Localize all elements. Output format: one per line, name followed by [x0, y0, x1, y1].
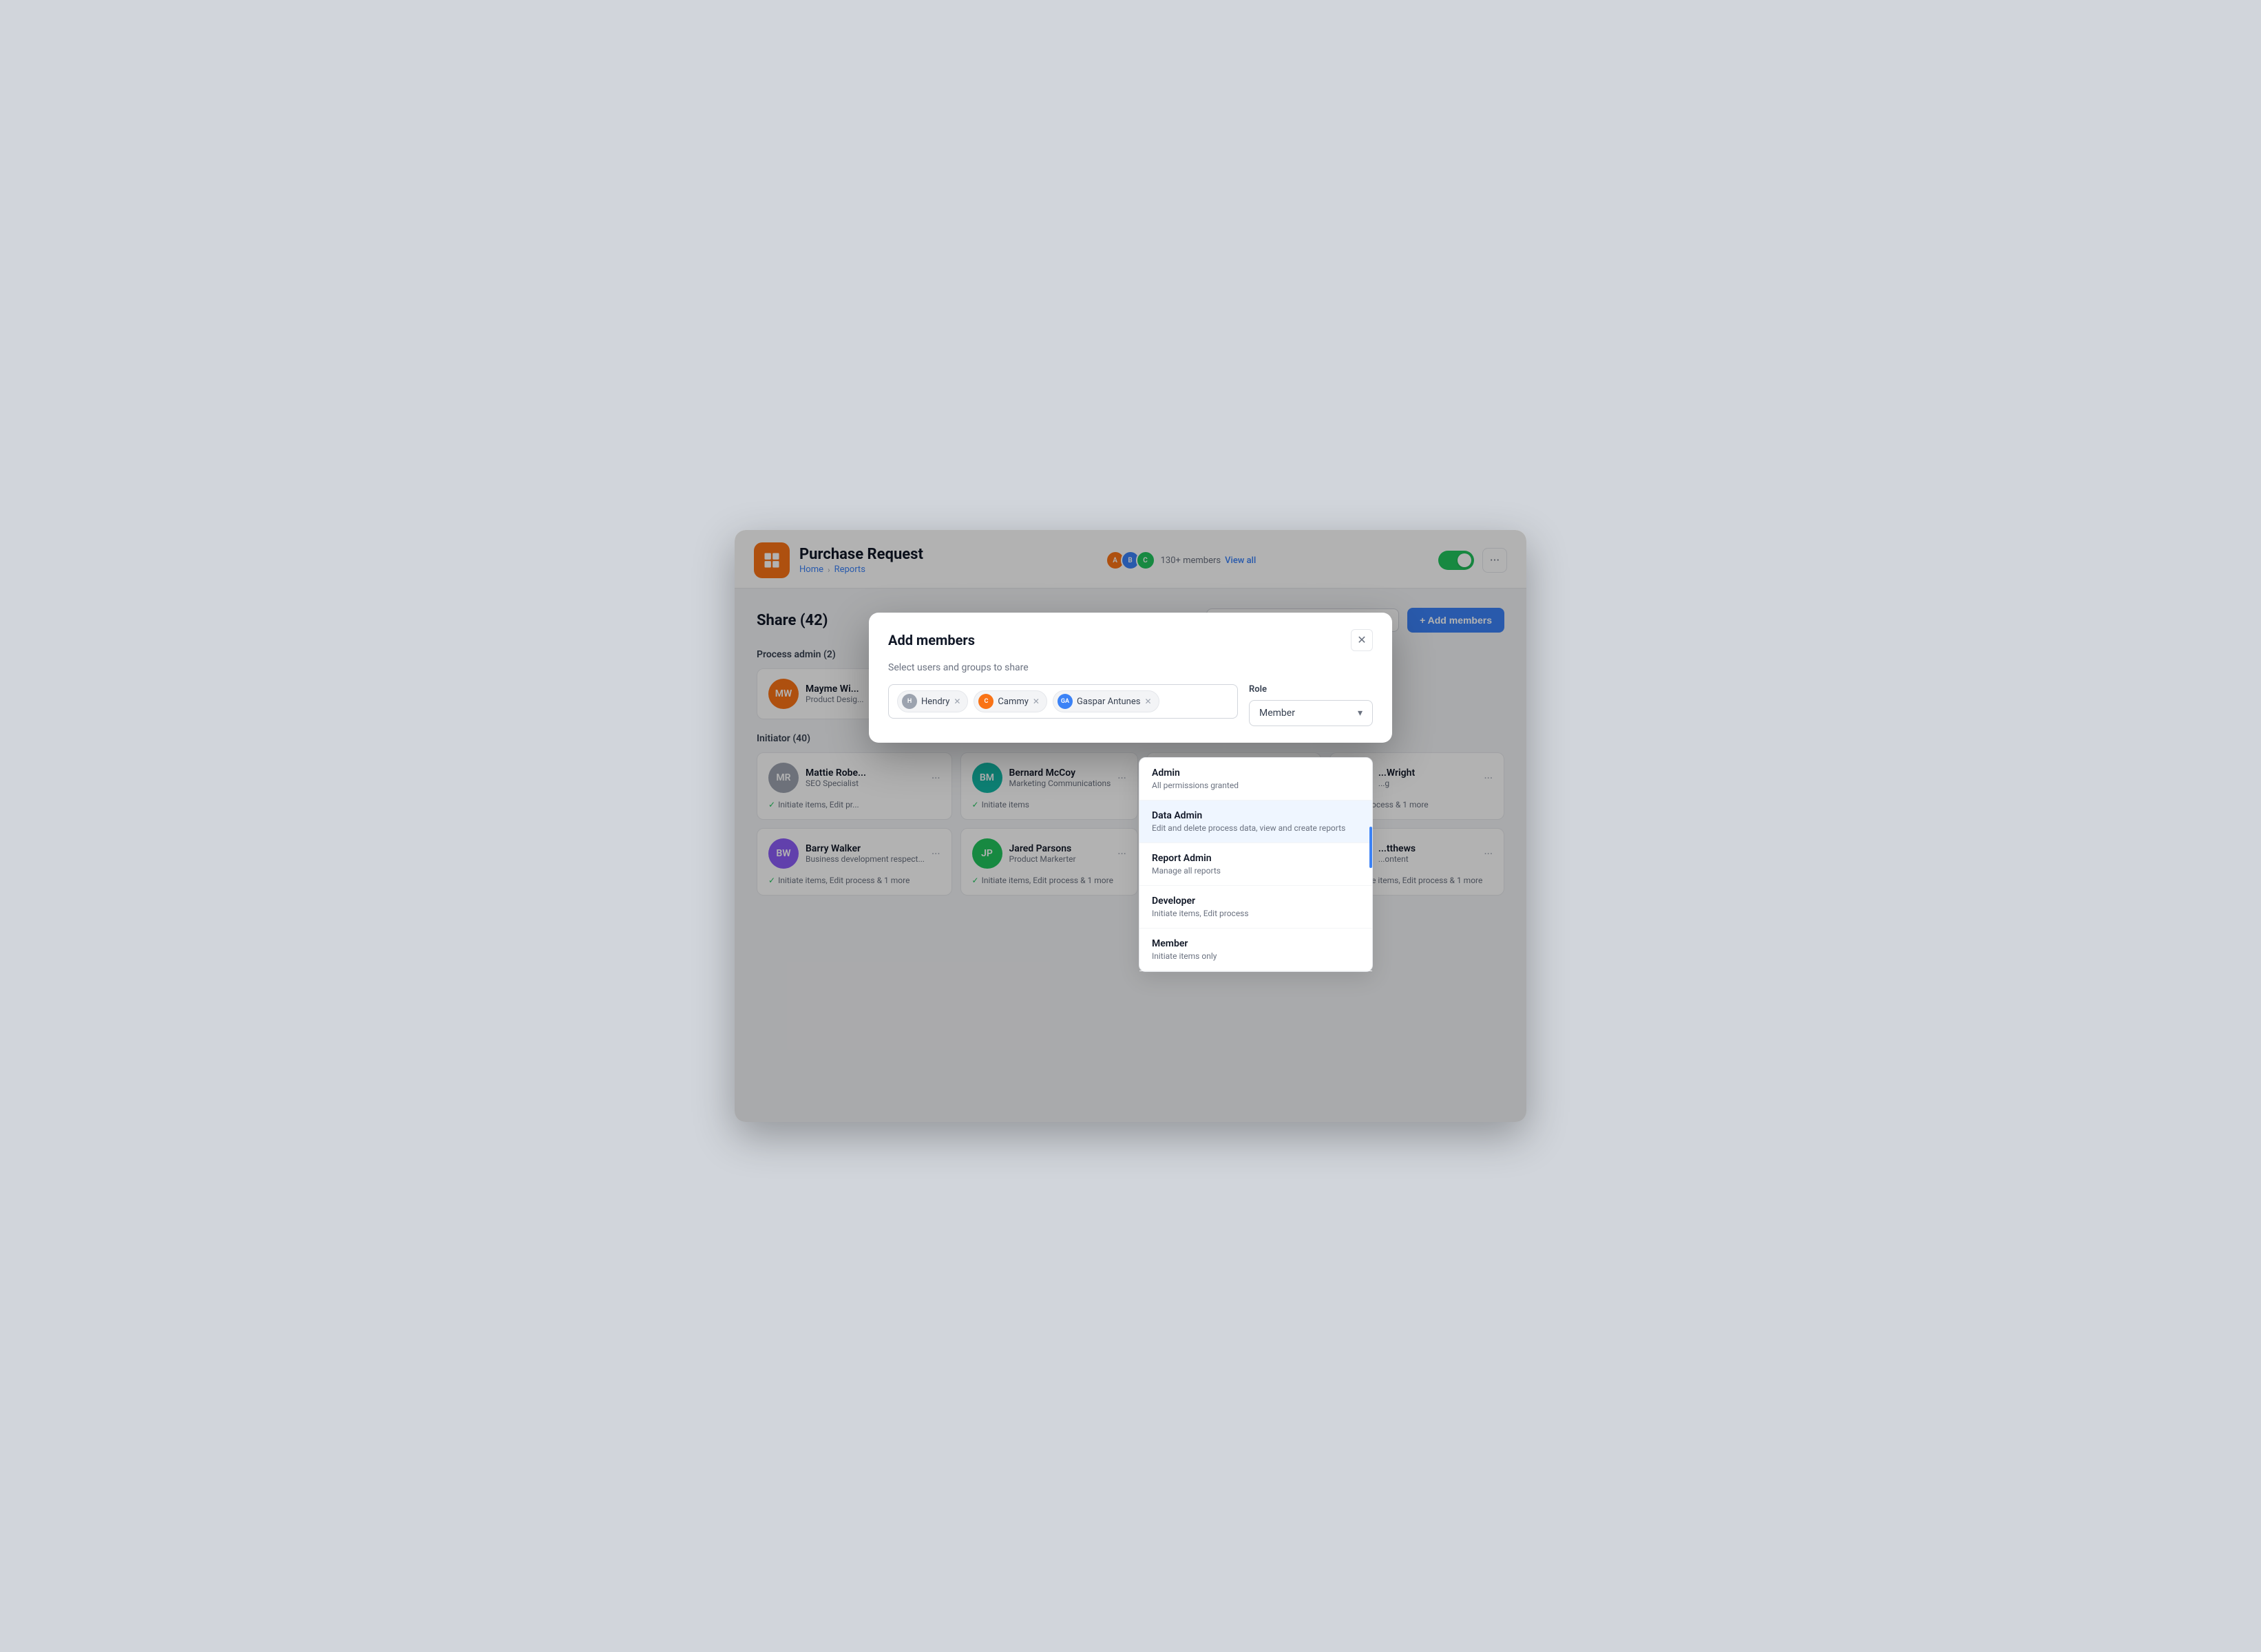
scrollbar-indicator [1369, 827, 1372, 868]
tag-avatar: H [902, 694, 917, 709]
modal-subtitle: Select users and groups to share [888, 662, 1373, 673]
role-option-name: Member [1152, 938, 1360, 949]
role-option-name: Developer [1152, 896, 1360, 907]
role-option-member[interactable]: Member Initiate items only [1139, 929, 1372, 971]
tag-remove-button[interactable]: ✕ [954, 697, 960, 706]
modal-overlay[interactable]: Add members ✕ Select users and groups to… [735, 530, 1526, 1122]
role-select[interactable]: Member ▾ [1249, 700, 1373, 726]
user-tag-gaspar: GA Gaspar Antunes ✕ [1053, 690, 1159, 712]
tags-input[interactable]: H Hendry ✕ C Cammy ✕ GA Gasp [888, 684, 1238, 719]
chevron-down-icon: ▾ [1358, 708, 1363, 719]
add-members-modal: Add members ✕ Select users and groups to… [869, 613, 1392, 743]
modal-close-button[interactable]: ✕ [1351, 629, 1373, 651]
user-tag-cammy: C Cammy ✕ [974, 690, 1047, 712]
role-option-developer[interactable]: Developer Initiate items, Edit process [1139, 886, 1372, 929]
users-field: H Hendry ✕ C Cammy ✕ GA Gasp [888, 684, 1238, 719]
role-option-name: Report Admin [1152, 853, 1360, 864]
role-option-desc: Initiate items only [1152, 951, 1360, 961]
role-option-report-admin[interactable]: Report Admin Manage all reports [1139, 843, 1372, 886]
role-dropdown: Admin All permissions granted Data Admin… [1139, 757, 1373, 972]
user-tag-hendry: H Hendry ✕ [897, 690, 968, 712]
role-option-desc: Initiate items, Edit process [1152, 909, 1360, 918]
tag-label: Gaspar Antunes [1077, 697, 1141, 707]
tag-remove-button[interactable]: ✕ [1033, 697, 1040, 706]
role-option-desc: Edit and delete process data, view and c… [1152, 823, 1360, 833]
role-option-admin[interactable]: Admin All permissions granted [1139, 758, 1372, 801]
role-option-desc: All permissions granted [1152, 781, 1360, 790]
role-label: Role [1249, 684, 1373, 695]
role-option-name: Admin [1152, 767, 1360, 779]
modal-header: Add members ✕ [869, 613, 1392, 662]
modal-body: Select users and groups to share H Hendr… [869, 662, 1392, 743]
app-window: Purchase Request Home › Reports A B C 13… [735, 530, 1526, 1122]
role-option-data-admin[interactable]: Data Admin Edit and delete process data,… [1139, 801, 1372, 843]
role-field: Role Member ▾ [1249, 684, 1373, 726]
role-selected-value: Member [1259, 708, 1295, 719]
role-option-name: Data Admin [1152, 810, 1360, 821]
tag-avatar: GA [1058, 694, 1073, 709]
modal-fields: H Hendry ✕ C Cammy ✕ GA Gasp [888, 684, 1373, 726]
role-option-desc: Manage all reports [1152, 866, 1360, 876]
tag-avatar: C [978, 694, 993, 709]
tag-label: Hendry [921, 697, 949, 707]
tag-remove-button[interactable]: ✕ [1144, 697, 1151, 706]
tag-label: Cammy [998, 697, 1028, 707]
modal-title: Add members [888, 632, 975, 648]
